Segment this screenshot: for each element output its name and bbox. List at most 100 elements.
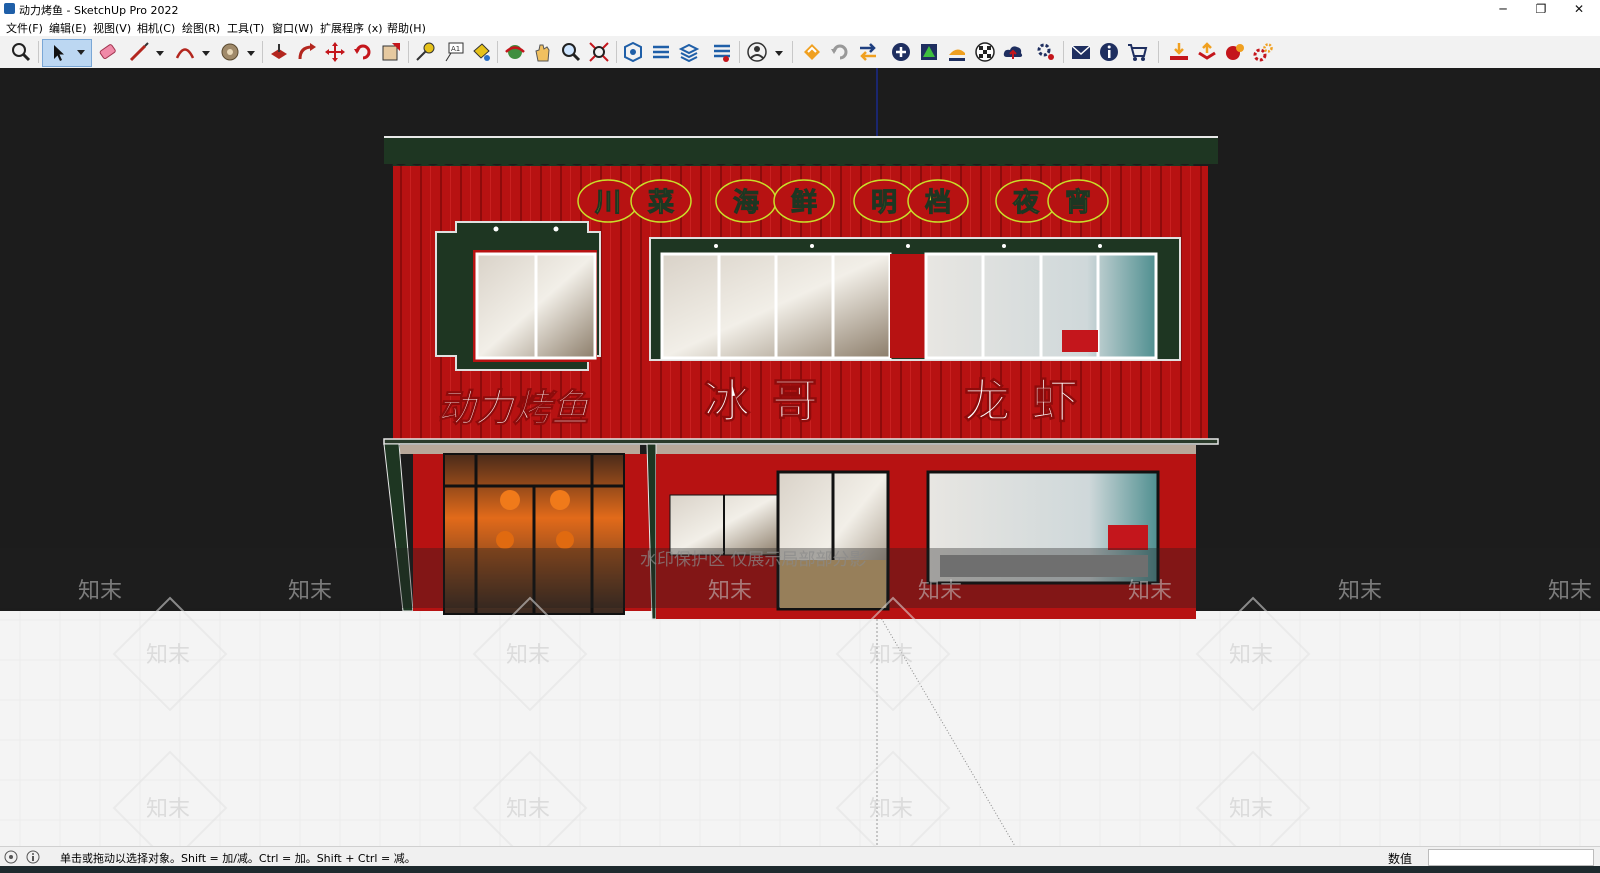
move-icon[interactable]: [324, 41, 346, 63]
watermark-text: 知末: [1229, 643, 1273, 668]
restore-button[interactable]: ❐: [1526, 1, 1556, 17]
gear-cluster-icon[interactable]: [1252, 41, 1274, 63]
pan-hand-icon[interactable]: [532, 41, 554, 63]
zoom-window-icon[interactable]: [10, 41, 32, 63]
menu-extensions[interactable]: 扩展程序 (x): [320, 20, 383, 36]
scale-icon[interactable]: [380, 41, 402, 63]
watermark-text: 知末: [869, 643, 913, 668]
chevron-down-icon[interactable]: [247, 51, 255, 56]
select-tool-button[interactable]: [42, 39, 92, 67]
toolbar-separator: [616, 41, 617, 63]
menu-camera[interactable]: 相机(C): [137, 20, 175, 36]
geolocation-icon[interactable]: [4, 850, 18, 864]
watermark-text: 知末: [1548, 579, 1592, 604]
model-viewport[interactable]: 川 菜 海 鲜 明 档 夜 宵 动力烤鱼 冰哥 龙虾 水印保护区 仅展示局部部分…: [0, 68, 1600, 846]
menu-tools[interactable]: 工具(T): [227, 20, 264, 36]
top-sign-char: 档: [925, 188, 951, 218]
refresh-icon[interactable]: [829, 41, 851, 63]
arc-tool-icon[interactable]: [174, 41, 196, 63]
follow-me-icon[interactable]: [296, 41, 318, 63]
watermark-text: 知末: [869, 797, 913, 822]
toolbar: A1: [0, 36, 1600, 69]
cloud-upload-icon[interactable]: [1002, 41, 1024, 63]
status-message: 单击或拖动以选择对象。Shift = 加/减。Ctrl = 加。Shift + …: [60, 852, 416, 865]
left-upper-window: [435, 221, 601, 371]
zoom-extents-icon[interactable]: [588, 41, 610, 63]
menu-view[interactable]: 视图(V): [93, 20, 131, 36]
chevron-down-icon[interactable]: [202, 51, 210, 56]
toolbar-separator: [1063, 41, 1064, 63]
extension-warehouse-icon[interactable]: [650, 41, 672, 63]
menu-edit[interactable]: 编辑(E): [49, 20, 87, 36]
menu-help[interactable]: 帮助(H): [387, 20, 426, 36]
sign-dongli-kaoyu: 动力烤鱼: [437, 385, 590, 430]
tape-measure-icon[interactable]: [414, 41, 436, 63]
watermark-text: 知末: [918, 579, 962, 604]
svg-text:A1: A1: [451, 45, 460, 53]
info-icon[interactable]: [1098, 41, 1120, 63]
measurements-input[interactable]: [1428, 849, 1594, 866]
menu-file[interactable]: 文件(F): [6, 20, 43, 36]
add-circle-icon[interactable]: [890, 41, 912, 63]
toolbar-separator: [1158, 41, 1159, 63]
rotate-icon[interactable]: [352, 41, 374, 63]
text-tool-icon[interactable]: A1: [443, 41, 465, 63]
canopy-beam: [383, 438, 1219, 445]
awning-right: [656, 445, 1196, 454]
menu-window[interactable]: 窗口(W): [272, 20, 313, 36]
chevron-down-icon[interactable]: [77, 50, 85, 55]
top-sign-char: 川: [595, 188, 621, 218]
select-arrow-icon: [54, 45, 64, 61]
paint-roller-icon[interactable]: [1224, 41, 1246, 63]
toolbar-separator: [262, 41, 263, 63]
top-sign-char: 明: [871, 188, 897, 218]
sketchup-app-icon: [4, 3, 15, 14]
cornice-green: [384, 136, 1218, 164]
plugin-orange-icon[interactable]: [801, 41, 823, 63]
chevron-down-icon[interactable]: [775, 51, 783, 56]
paint-bucket-icon[interactable]: [470, 41, 492, 63]
download-tray-icon[interactable]: [1168, 41, 1190, 63]
info-circle-icon[interactable]: [26, 850, 40, 864]
toolbar-separator: [497, 41, 498, 63]
top-sign-char: 夜: [1012, 187, 1040, 218]
orbit-icon[interactable]: [504, 41, 526, 63]
menu-draw[interactable]: 绘图(R): [182, 20, 220, 36]
shopping-cart-icon[interactable]: [1126, 41, 1148, 63]
extension-manager-icon[interactable]: [711, 41, 733, 63]
email-icon[interactable]: [1070, 41, 1092, 63]
push-pull-icon[interactable]: [268, 41, 290, 63]
right-upper-window-band: [649, 237, 1181, 361]
checker-sphere-icon[interactable]: [974, 41, 996, 63]
close-button[interactable]: ✕: [1564, 1, 1594, 17]
settings-gears-icon[interactable]: [1035, 41, 1057, 63]
tree-icon[interactable]: [918, 41, 940, 63]
eraser-icon[interactable]: [97, 41, 119, 63]
toolbar-separator: [38, 41, 39, 63]
scene-canvas[interactable]: 川 菜 海 鲜 明 档 夜 宵 动力烤鱼 冰哥 龙虾 水印保护区 仅展示局部部分…: [0, 68, 1600, 846]
watermark-text: 知末: [146, 797, 190, 822]
3d-warehouse-icon[interactable]: [622, 41, 644, 63]
toolbar-separator: [739, 41, 740, 63]
awning-left: [400, 445, 640, 454]
user-account-icon[interactable]: [746, 41, 768, 63]
circle-shape-icon[interactable]: [219, 41, 241, 63]
layers-icon[interactable]: [946, 41, 968, 63]
layout-send-icon[interactable]: [678, 41, 700, 63]
swap-arrows-icon[interactable]: [857, 41, 879, 63]
top-sign-char: 鲜: [791, 188, 817, 218]
menu-bar: 文件(F) 编辑(E) 视图(V) 相机(C) 绘图(R) 工具(T) 窗口(W…: [0, 18, 1600, 36]
watermark-text: 知末: [288, 579, 332, 604]
watermark-text: 知末: [506, 643, 550, 668]
minimize-button[interactable]: ─: [1488, 1, 1518, 17]
stack-upload-icon[interactable]: [1196, 41, 1218, 63]
measurements-label: 数值: [1388, 852, 1413, 866]
window-title: 动力烤鱼 - SketchUp Pro 2022: [19, 4, 179, 17]
watermark-notice: 水印保护区 仅展示局部部分影: [640, 550, 866, 570]
top-sign-char: 宵: [1065, 187, 1091, 218]
pencil-line-icon[interactable]: [128, 41, 150, 63]
zoom-icon[interactable]: [560, 41, 582, 63]
chevron-down-icon[interactable]: [156, 51, 164, 56]
title-bar: 动力烤鱼 - SketchUp Pro 2022 ─ ❐ ✕: [0, 0, 1600, 18]
watermark-text: 知末: [506, 797, 550, 822]
